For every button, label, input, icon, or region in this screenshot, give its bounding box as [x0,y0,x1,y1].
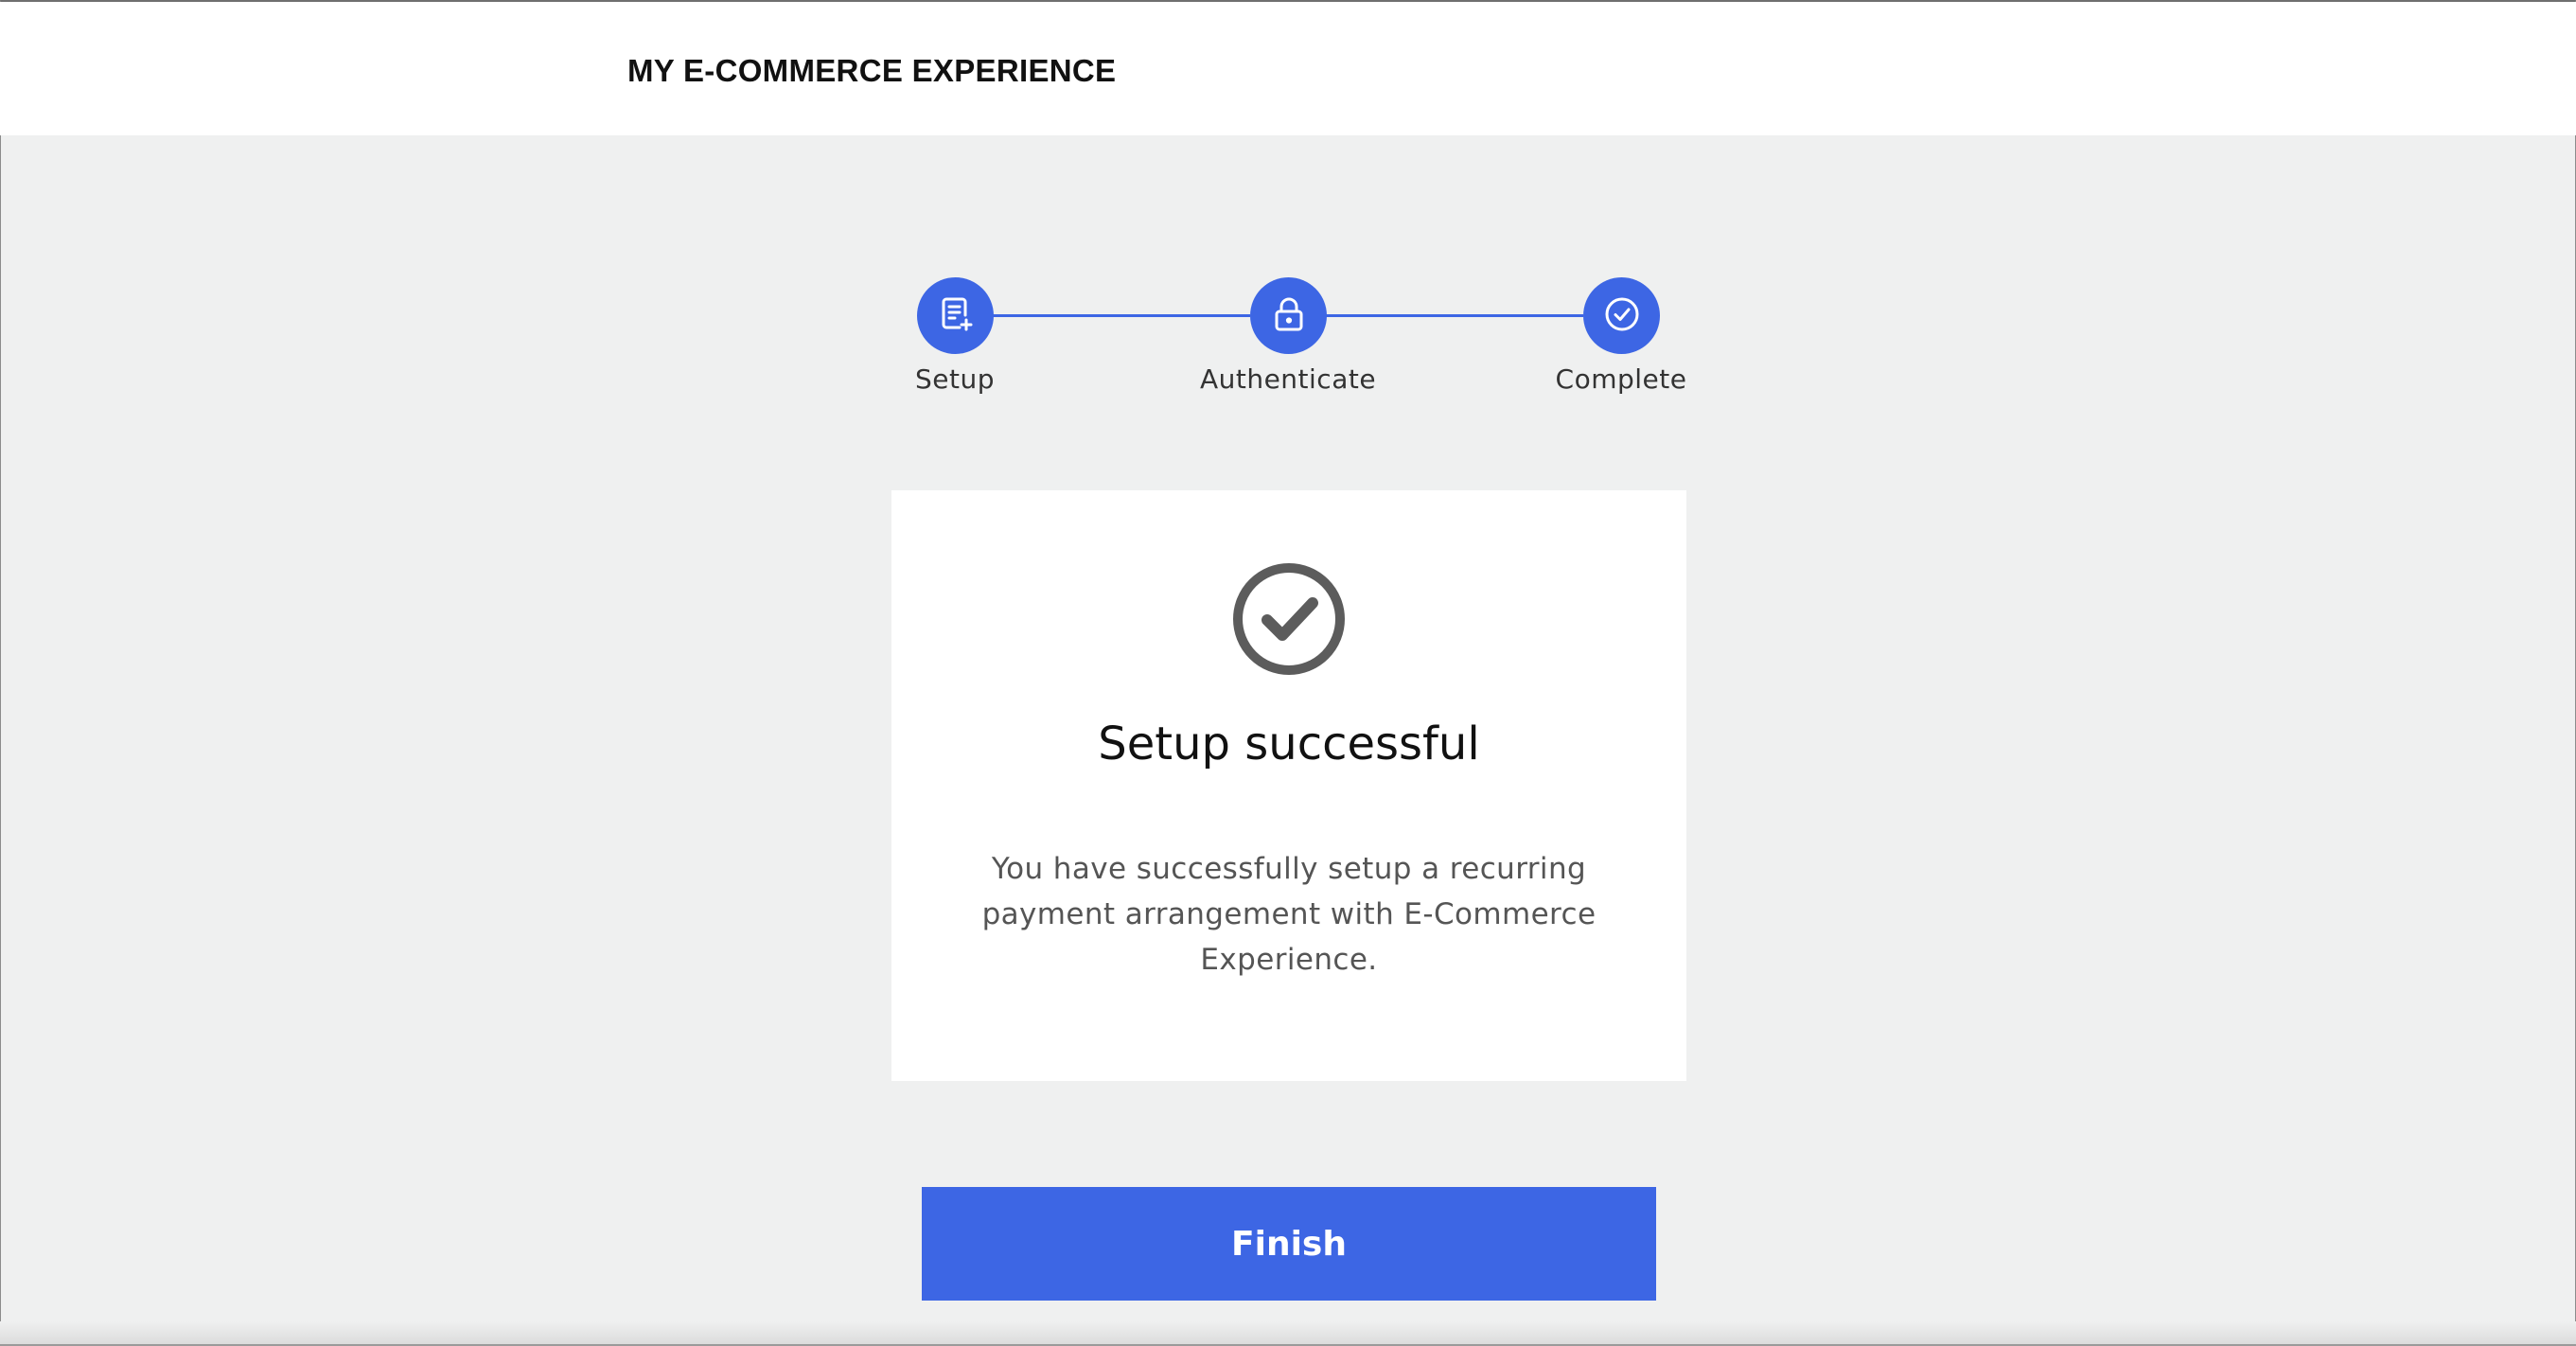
success-title: Setup successful [1098,717,1480,770]
progress-stepper: Setup Authenticate Complete [0,0,2576,416]
step-complete-label: Complete [1555,363,1687,395]
lock-icon [1268,293,1310,339]
window-bottom-edge [0,1321,2576,1346]
stepper-connector [993,314,1250,317]
check-circle-icon [1601,293,1643,339]
finish-button[interactable]: Finish [922,1187,1656,1301]
step-setup-indicator [917,277,994,354]
stepper-connector [1326,314,1583,317]
success-card: Setup successful You have successfully s… [891,490,1686,1081]
step-authenticate-label: Authenticate [1199,363,1377,395]
step-authenticate-indicator [1250,277,1327,354]
document-add-icon [935,293,977,339]
step-setup-label: Setup [915,363,995,395]
success-check-icon [1231,561,1347,677]
step-complete-indicator [1583,277,1660,354]
success-message: You have successfully setup a recurring … [981,852,1597,977]
